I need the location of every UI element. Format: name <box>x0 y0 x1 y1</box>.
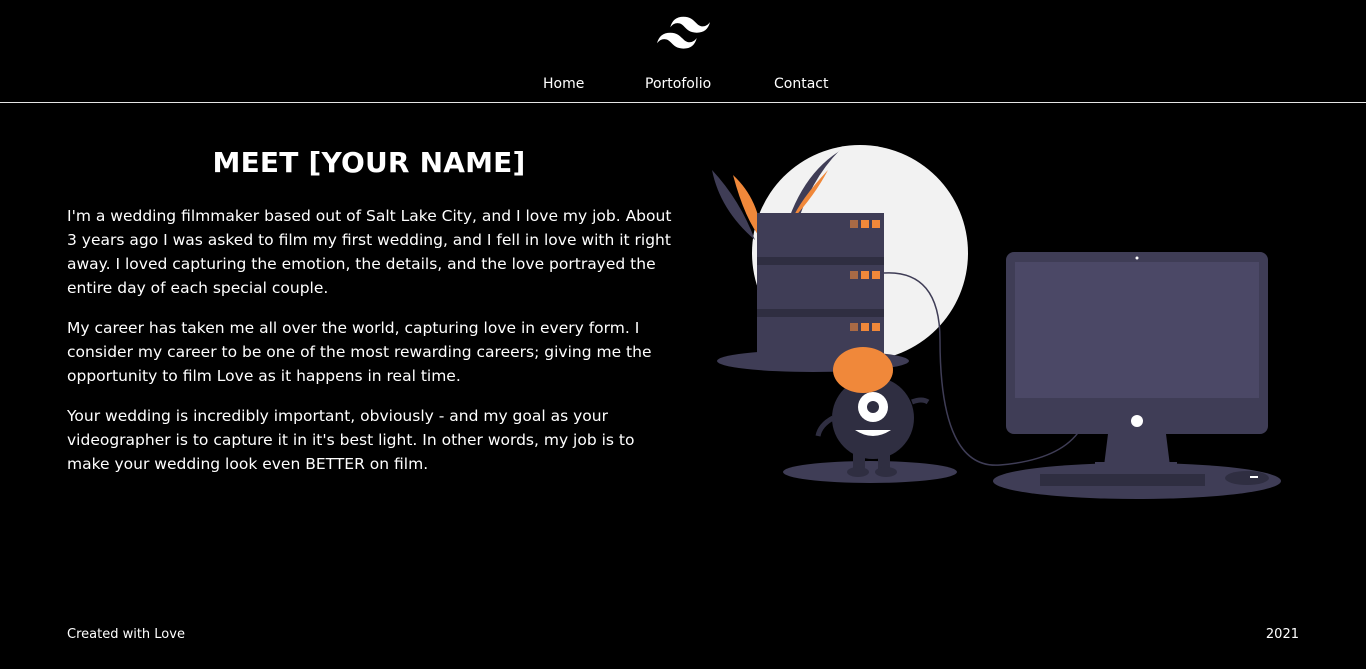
site-footer: Created with Love 2021 <box>0 624 1366 646</box>
site-header: Home Portofolio Contact <box>0 0 1366 103</box>
nav-contact-link[interactable]: Contact <box>774 74 828 94</box>
footer-credit: Created with Love <box>67 627 185 642</box>
nav-home-link[interactable]: Home <box>543 74 584 94</box>
page-title: MEET [YOUR NAME] <box>212 146 526 179</box>
about-paragraph-2: My career has taken me all over the worl… <box>67 319 652 385</box>
main-nav: Home Portofolio Contact <box>0 74 1366 94</box>
footer-year: 2021 <box>1265 627 1299 642</box>
server-monster-illustration-icon <box>712 145 1281 499</box>
about-content: I'm a wedding filmmaker based out of Sal… <box>67 204 677 492</box>
nav-portofolio-link[interactable]: Portofolio <box>645 74 711 94</box>
about-paragraph-3: Your wedding is incredibly important, ob… <box>67 407 635 473</box>
about-paragraph-1: I'm a wedding filmmaker based out of Sal… <box>67 207 672 297</box>
tailwind-logo-icon[interactable] <box>657 16 710 50</box>
header-divider <box>0 102 1366 103</box>
